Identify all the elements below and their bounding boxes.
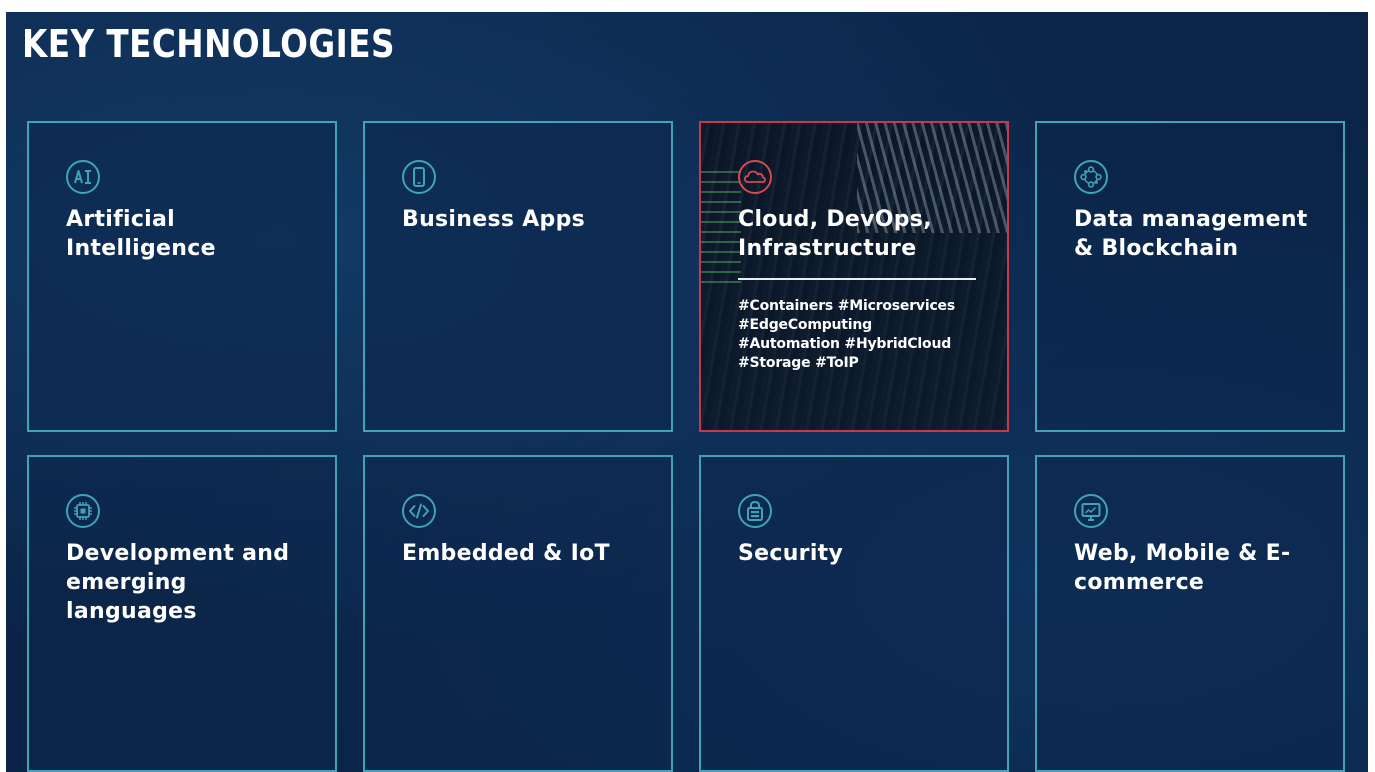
ai-icon [65, 159, 101, 195]
card-business-apps[interactable]: Business Apps [363, 121, 673, 432]
card-cloud-devops-infrastructure[interactable]: Cloud, DevOps, Infrastructure #Container… [699, 121, 1009, 432]
tag-line: #Containers #Microservices [738, 298, 955, 314]
card-title: Cloud, DevOps, Infrastructure [738, 207, 932, 261]
smartphone-icon [401, 159, 437, 195]
divider [738, 278, 976, 280]
card-title: Embedded & IoT [402, 541, 610, 566]
tag-line: #Storage #ToIP [738, 355, 859, 371]
card-security[interactable]: Security [699, 455, 1009, 772]
card-title: Data management & Blockchain [1074, 207, 1308, 261]
card-data-management-blockchain[interactable]: Data management & Blockchain [1035, 121, 1345, 432]
cloud-icon [737, 159, 773, 195]
card-embedded-iot[interactable]: Embedded & IoT [363, 455, 673, 772]
card-web-mobile-ecommerce[interactable]: Web, Mobile & E-commerce [1035, 455, 1345, 772]
card-title: Development and emerging languages [66, 541, 290, 624]
monitor-icon [1073, 493, 1109, 529]
code-icon [401, 493, 437, 529]
card-title: Web, Mobile & E-commerce [1074, 541, 1291, 595]
page-title: KEY TECHNOLOGIES [22, 22, 395, 66]
network-nodes-icon [1073, 159, 1109, 195]
tag-line: #EdgeComputing [738, 317, 872, 333]
key-technologies-panel: KEY TECHNOLOGIES Artificial Intelligence… [6, 12, 1368, 772]
shield-lock-icon [737, 493, 773, 529]
tag-line: #Automation #HybridCloud [738, 336, 952, 352]
card-development-emerging-languages[interactable]: Development and emerging languages [27, 455, 337, 772]
card-title: Artificial Intelligence [66, 207, 216, 261]
card-artificial-intelligence[interactable]: Artificial Intelligence [27, 121, 337, 432]
card-title: Business Apps [402, 207, 586, 232]
chip-icon [65, 493, 101, 529]
tag-list: #Containers #Microservices #EdgeComputin… [738, 297, 988, 373]
card-title: Security [738, 541, 844, 566]
